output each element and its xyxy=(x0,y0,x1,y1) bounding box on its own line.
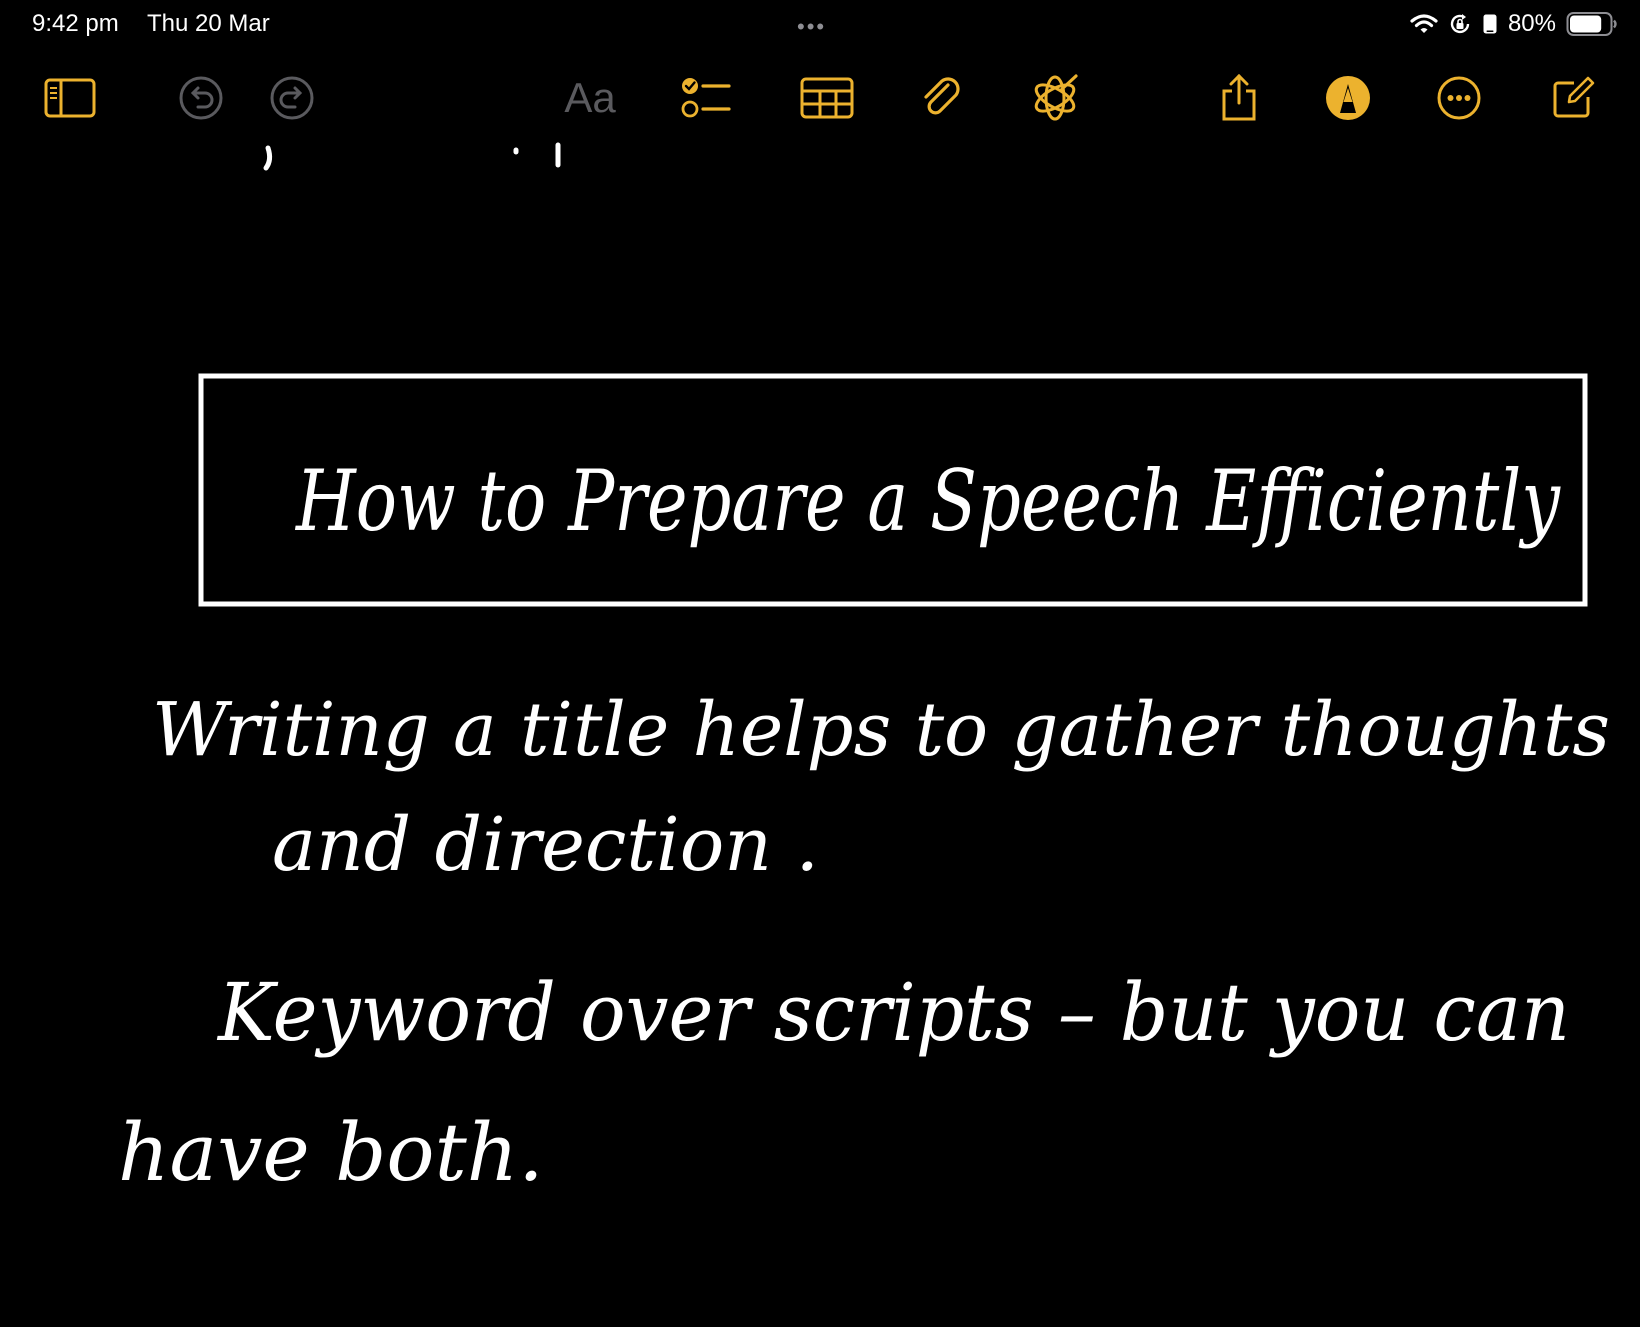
share-button[interactable] xyxy=(1207,58,1271,138)
writing-tools-button[interactable] xyxy=(1023,58,1087,138)
redo-button[interactable] xyxy=(260,58,324,138)
note-title: How to Prepare a Speech Efficiently xyxy=(294,452,1561,550)
note-line-2: and direction . xyxy=(272,802,819,888)
writing-tools-icon xyxy=(1034,74,1078,121)
note-line-3: Keyword over scripts – but you can xyxy=(216,966,1570,1059)
format-label: Aa xyxy=(564,74,616,121)
undo-button[interactable] xyxy=(169,58,233,138)
scrolled-ink xyxy=(263,142,561,171)
status-bar: 9:42 pm Thu 20 Mar ••• 80% xyxy=(0,0,1640,48)
compose-button[interactable] xyxy=(1541,58,1605,138)
compose-icon xyxy=(1553,76,1595,118)
checklist-button[interactable] xyxy=(675,58,739,138)
status-time: 9:42 pm xyxy=(32,10,119,37)
table-icon xyxy=(800,77,854,119)
share-icon xyxy=(1222,73,1256,121)
battery-percentage: 80% xyxy=(1507,10,1556,37)
more-button[interactable] xyxy=(1427,58,1491,138)
note-line-4: have both. xyxy=(118,1106,544,1199)
wifi-icon xyxy=(1410,14,1438,33)
status-date: Thu 20 Mar xyxy=(147,10,270,37)
format-button[interactable]: Aa xyxy=(555,58,625,138)
status-indicators: 80% xyxy=(1410,8,1618,40)
more-icon xyxy=(1437,76,1481,120)
note-line-1: Writing a title helps to gather thoughts xyxy=(152,687,1610,773)
redo-icon xyxy=(270,76,314,120)
markup-button[interactable] xyxy=(1316,58,1380,138)
phone-icon xyxy=(1483,14,1497,34)
notes-toolbar: Aa xyxy=(0,58,1640,138)
markup-pen-icon xyxy=(1326,76,1370,120)
attachment-icon xyxy=(924,77,960,115)
table-button[interactable] xyxy=(795,58,859,138)
drawing-canvas[interactable]: How to Prepare a Speech Efficiently Writ… xyxy=(0,0,1640,1327)
battery-icon xyxy=(1566,12,1617,36)
sidebar-button[interactable] xyxy=(38,58,102,138)
multitask-handle[interactable]: ••• xyxy=(797,14,826,40)
sidebar-icon xyxy=(44,78,96,118)
attachment-button[interactable] xyxy=(909,58,973,138)
orientation-lock-icon xyxy=(1450,14,1470,34)
undo-icon xyxy=(179,76,223,120)
checklist-icon xyxy=(681,78,731,118)
title-box xyxy=(198,373,1588,607)
